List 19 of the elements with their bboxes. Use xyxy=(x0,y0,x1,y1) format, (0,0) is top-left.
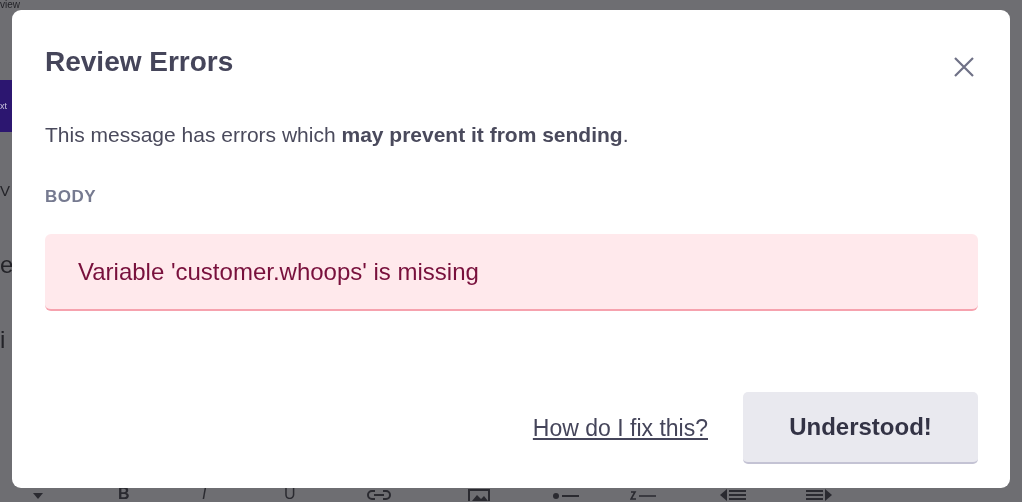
dialog-title: Review Errors xyxy=(45,46,234,78)
bullet-list-icon[interactable] xyxy=(553,492,579,500)
image-icon[interactable] xyxy=(468,489,490,501)
indent-icon[interactable] xyxy=(806,489,832,501)
help-link[interactable]: How do I fix this? xyxy=(532,414,708,442)
background-text: V xyxy=(0,181,10,201)
error-message: Variable 'customer.whoops' is missing xyxy=(45,234,978,311)
background-button[interactable]: xt xyxy=(0,80,12,132)
understood-button[interactable]: Understood! xyxy=(743,392,978,464)
background-text: view xyxy=(0,0,20,10)
background-text: i xyxy=(0,327,6,353)
numbered-list-icon[interactable] xyxy=(630,490,656,500)
close-icon[interactable] xyxy=(953,56,975,78)
background-text: e xyxy=(0,252,14,278)
outdent-icon[interactable] xyxy=(720,489,746,501)
section-label: BODY xyxy=(45,187,98,207)
caret-icon[interactable] xyxy=(33,493,43,499)
dialog-message: This message has errors which may prevent it from sending. xyxy=(45,122,630,148)
link-icon[interactable] xyxy=(367,490,391,500)
